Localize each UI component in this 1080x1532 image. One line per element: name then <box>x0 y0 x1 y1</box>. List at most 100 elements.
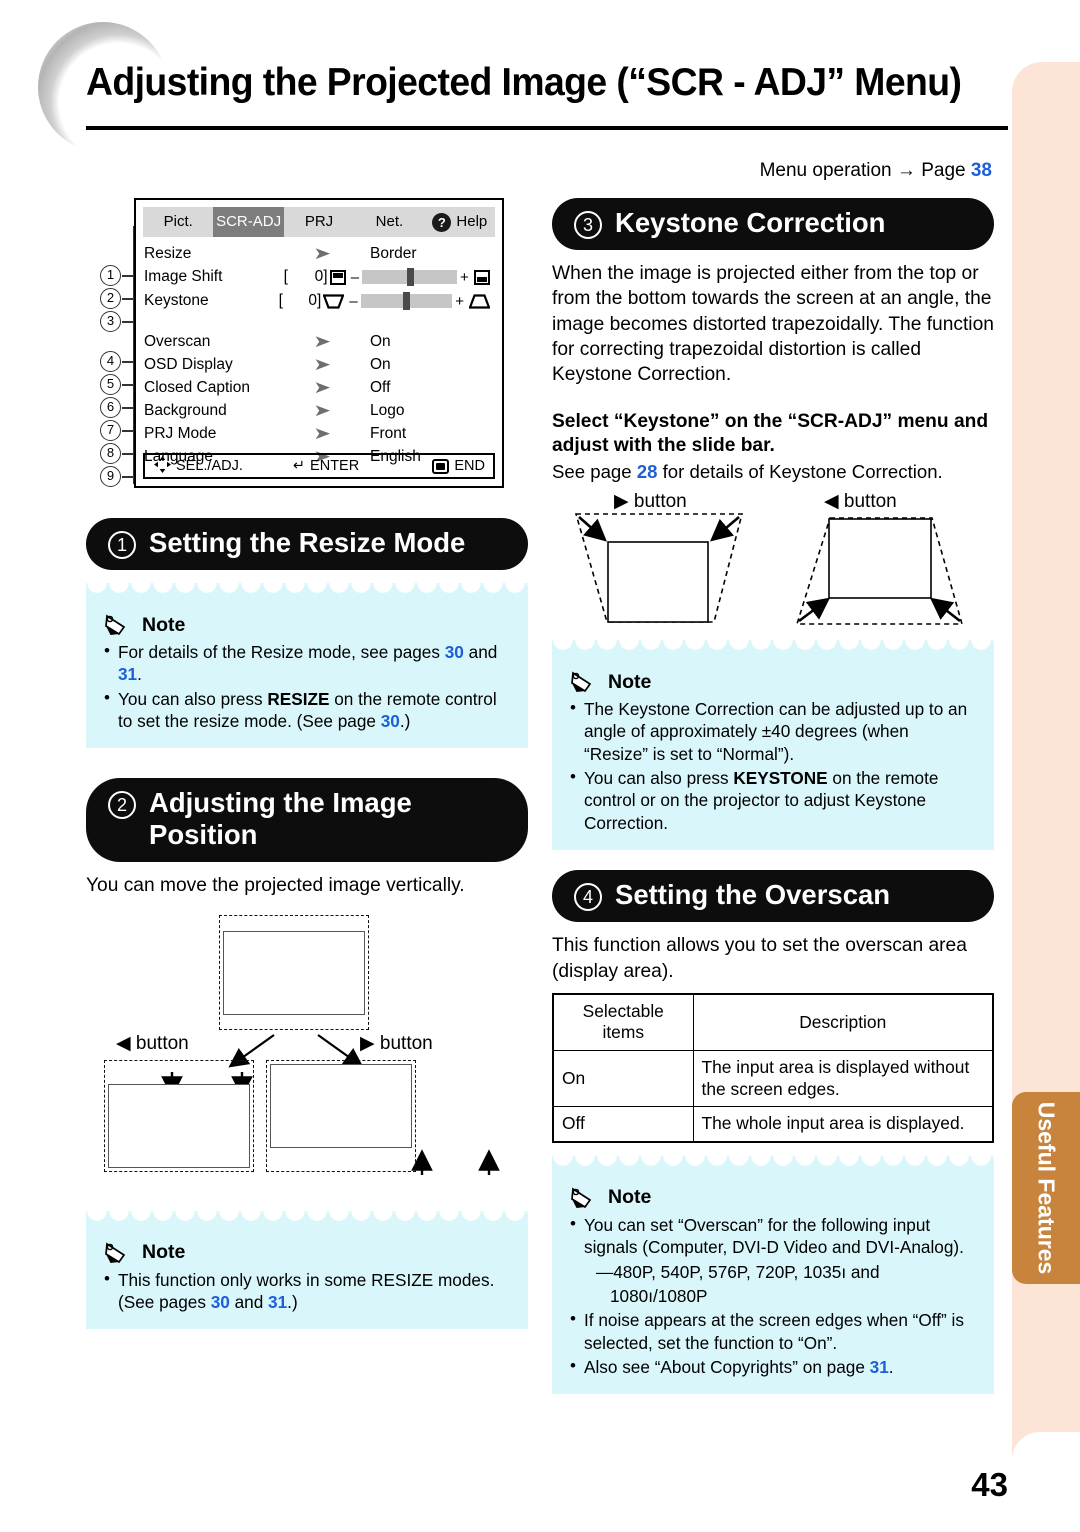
note-heading-text: Note <box>142 613 186 636</box>
osd-row-prj-mode[interactable]: PRJ Mode ➤ Front <box>144 422 492 445</box>
keystone-slider[interactable] <box>360 292 453 310</box>
note-item: —480P, 540P, 576P, 720P, 1035ı and <box>596 1261 880 1282</box>
table-row: On The input area is displayed without t… <box>552 1050 994 1108</box>
osd-tab-help-label: Help <box>456 213 488 230</box>
plus-sign: + <box>459 268 469 286</box>
osd-row-background-label: Background <box>144 401 227 419</box>
section-3-body: When the image is projected either from … <box>552 263 994 386</box>
menu-operation-page-word: Page <box>921 160 966 181</box>
pencil-icon <box>570 1186 604 1210</box>
table-header-row: Selectable items Description <box>552 993 994 1052</box>
note-box-resize: Note For details of the Resize mode, see… <box>86 583 528 749</box>
slider-thumb[interactable] <box>403 292 411 310</box>
section-number-badge: 3 <box>574 211 602 239</box>
minus-sign: – <box>349 292 358 310</box>
section-4-body: This function allows you to set the over… <box>552 935 967 982</box>
osd-callout-9: 9 <box>100 466 121 487</box>
right-arrow-icon: ➤ <box>313 243 331 263</box>
section-3-heading: 3 Keystone Correction <box>552 198 994 250</box>
slider-thumb[interactable] <box>406 268 414 286</box>
osd-row-overscan-value: On <box>370 332 391 350</box>
note-heading: Note <box>104 1241 510 1265</box>
section-2-heading: 2 Adjusting the Image Position <box>86 778 528 863</box>
note-item: This function only works in some RESIZE … <box>104 1268 510 1314</box>
image-shift-slider[interactable] <box>362 268 457 286</box>
page-side-band-notch <box>1012 1432 1080 1472</box>
note-item: If noise appears at the screen edges whe… <box>570 1308 976 1354</box>
osd-row-closed-caption-label: Closed Caption <box>144 378 250 396</box>
osd-callout-8: 8 <box>100 443 121 464</box>
note-heading: Note <box>104 613 510 637</box>
right-arrow-icon: ➤ <box>313 331 331 351</box>
osd-footer-select: SEL./ADJ. <box>154 455 243 477</box>
osd-row-image-shift[interactable]: Image Shift [ 0] – + <box>144 265 492 289</box>
osd-bracket-open: [ <box>283 268 288 285</box>
osd-tab-pict[interactable]: Pict. <box>143 207 213 237</box>
keystone-narrow-icon <box>322 293 345 309</box>
osd-bracket-close: ] <box>317 292 322 309</box>
note-list: The Keystone Correction can be adjusted … <box>570 697 976 834</box>
osd-row-keystone[interactable]: Keystone [ 0] – + <box>144 289 492 313</box>
note-box-keystone: Note The Keystone Correction can be adju… <box>552 640 994 851</box>
osd-row-resize[interactable]: Resize ➤ Border <box>144 242 492 265</box>
right-arrow-icon: ▶ <box>360 1032 375 1054</box>
end-button-icon <box>432 458 450 474</box>
section-2-heading-text: Adjusting the Image Position <box>149 787 412 851</box>
osd-row-closed-caption[interactable]: Closed Caption ➤ Off <box>144 376 492 399</box>
section-number-badge: 2 <box>108 791 136 820</box>
osd-footer-select-label: SEL./ADJ. <box>176 458 243 474</box>
osd-row-osd-display[interactable]: OSD Display ➤ On <box>144 353 492 376</box>
section-4-heading-text: Setting the Overscan <box>615 879 891 911</box>
section-3-bold-line: Select “Keystone” on the “SCR-ADJ” menu … <box>552 410 989 457</box>
table-row: Off The whole input area is displayed. <box>552 1106 994 1143</box>
osd-tab-prj[interactable]: PRJ <box>284 207 354 237</box>
osd-row-overscan[interactable]: Overscan ➤ On <box>144 330 492 353</box>
osd-row-image-shift-value: 0 <box>314 268 324 285</box>
section-number-badge: 4 <box>574 883 602 912</box>
side-tab-label: Useful Features <box>1033 1101 1060 1275</box>
note-box-image-position: Note This function only works in some RE… <box>86 1210 528 1330</box>
note-heading-text: Note <box>608 670 652 693</box>
osd-callout-6: 6 <box>100 397 121 418</box>
osd-row-background[interactable]: Background ➤ Logo <box>144 399 492 422</box>
osd-tab-help[interactable]: ? Help <box>425 207 495 237</box>
note-item: You can also press RESIZE on the remote … <box>104 687 510 733</box>
note-item: For details of the Resize mode, see page… <box>104 640 510 686</box>
diagram-image-area-right <box>270 1063 412 1148</box>
osd-item-list: Resize ➤ Border Image Shift [ 0] – + Key… <box>136 237 502 468</box>
table-cell-desc-on: The input area is displayed without the … <box>692 1050 994 1108</box>
overscan-table: Selectable items Description On The inpu… <box>552 992 994 1143</box>
keystone-wide-icon <box>468 293 491 309</box>
section-3-see-page: See page 28 for details of Keystone Corr… <box>552 460 943 482</box>
osd-callout-5: 5 <box>100 374 121 395</box>
osd-row-overscan-label: Overscan <box>144 332 211 350</box>
osd-row-prj-mode-value: Front <box>370 424 407 442</box>
enter-key-icon: ↵ <box>292 458 306 474</box>
image-shift-diagram: ◀ button ▶ button <box>86 907 528 1207</box>
right-arrow-icon: ➤ <box>313 423 331 443</box>
osd-row-gap <box>144 313 492 330</box>
note-heading-text: Note <box>142 1241 186 1264</box>
table-cell-desc-off: The whole input area is displayed. <box>692 1106 994 1143</box>
table-cell-item-on: On <box>552 1050 694 1108</box>
section-4-heading: 4 Setting the Overscan <box>552 870 994 923</box>
title-rule <box>86 126 1008 130</box>
osd-tab-scr-adj[interactable]: SCR-ADJ <box>213 207 284 237</box>
note-heading: Note <box>570 1186 976 1210</box>
osd-menu-screenshot: 123 456789 Pict. SCR-ADJ PRJ Net. ? Help … <box>86 198 528 490</box>
plus-sign: + <box>455 292 465 310</box>
menu-operation-label: Menu operation <box>759 160 892 181</box>
side-tab-useful-features: Useful Features <box>1012 1092 1080 1284</box>
osd-tab-net[interactable]: Net. <box>354 207 424 237</box>
note-list: For details of the Resize mode, see page… <box>104 640 510 733</box>
pencil-icon <box>104 613 138 637</box>
right-arrow-icon: ➤ <box>313 354 331 374</box>
osd-row-resize-label: Resize <box>144 244 192 262</box>
section-1-heading-text: Setting the Resize Mode <box>149 527 466 558</box>
note-item: 1080ı/1080P <box>610 1285 708 1306</box>
osd-row-osd-display-label: OSD Display <box>144 355 233 373</box>
section-number-badge: 1 <box>108 531 136 559</box>
right-arrow-icon: ➤ <box>313 400 331 420</box>
osd-row-keystone-label: Keystone <box>144 292 209 309</box>
osd-row-osd-display-value: On <box>370 355 391 373</box>
